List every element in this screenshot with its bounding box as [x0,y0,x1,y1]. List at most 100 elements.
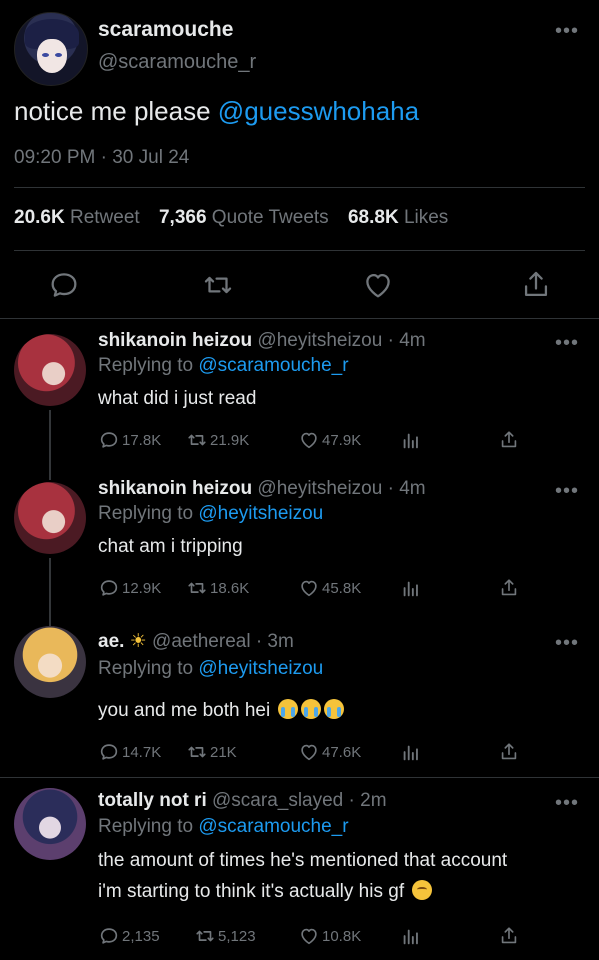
reply-action-bar: 2,135 5,123 10.8K [98,924,528,950]
retweet-icon [188,434,206,446]
reply-text-content: you and me both hei [98,700,271,721]
reply-author-name[interactable]: totally not ri [98,790,207,811]
like-button[interactable]: 47.9K [298,428,361,452]
reply-icon [100,744,118,760]
reply-button[interactable] [47,268,81,302]
share-button[interactable] [498,428,520,452]
reply-count: 2,135 [122,927,160,945]
tweet-text-plain: notice me please [14,96,218,126]
reply-text: the amount of times he's mentioned that … [98,845,588,907]
like-button[interactable]: 47.6K [298,740,361,764]
share-button[interactable] [498,924,520,948]
retweet-count: 20.6K [14,207,65,228]
tweet-timestamp[interactable]: 09:20 PM · 30 Jul 24 [14,147,189,169]
like-count: 47.9K [322,431,362,449]
avatar[interactable] [14,12,88,86]
reply-author-name[interactable]: ae. [98,631,124,652]
share-button[interactable] [498,740,520,764]
avatar[interactable] [14,626,86,698]
more-options-button[interactable]: ••• [555,633,579,653]
retweet-button[interactable]: 21K [186,740,237,764]
tweet-text: notice me please @guesswhohaha [14,96,419,127]
replying-mention[interactable]: @heyitsheizou [198,658,323,679]
analytics-button[interactable] [400,924,422,948]
reply-button[interactable]: 14.7K [98,740,161,764]
share-button[interactable] [498,576,520,600]
crying-emoji-icon [324,699,345,719]
like-stat[interactable]: 68.8K Likes [348,207,448,228]
heart-icon [366,273,390,298]
like-button[interactable]: 45.8K [298,576,361,600]
analytics-icon [403,433,418,449]
replying-to: Replying to @heyitsheizou [98,658,323,680]
retweet-button[interactable]: 21.9K [186,428,249,452]
replying-mention[interactable]: @scaramouche_r [198,816,348,837]
avatar[interactable] [14,788,86,860]
reply-tweet[interactable]: shikanoin heizou @heyitsheizou · 4m ••• … [0,468,599,616]
thread-line [49,616,51,626]
reply-text-line-2: i'm starting to think it's actually his … [98,876,588,907]
like-count: 68.8K [347,207,399,228]
author-handle[interactable]: @scaramouche_r [98,51,256,74]
more-options-button[interactable]: ••• [555,481,579,501]
reply-button[interactable]: 2,135 [98,924,160,948]
mention-link[interactable]: @guesswhohaha [218,96,419,126]
reply-icon [100,432,118,448]
retweet-count: 21.9K [210,431,250,449]
reply-tweet[interactable]: ae. ☀ @aethereal · 3m ••• Replying to @h… [0,616,599,776]
reply-action-bar: 12.9K 18.6K 45.8K [98,576,528,602]
retweet-label: Retweet [69,207,140,228]
relieved-emoji-icon [412,880,433,900]
reply-button[interactable]: 12.9K [98,576,161,600]
more-options-button[interactable]: ••• [555,333,579,353]
more-options-button[interactable]: ••• [555,21,579,41]
reply-handle-time[interactable]: @aethereal · 3m [152,631,294,652]
reply-count: 14.7K [122,743,162,761]
reply-count: 12.9K [122,579,162,597]
divider [14,187,585,188]
avatar[interactable] [14,482,86,554]
crying-emoji-icon [278,699,299,719]
reply-handle-time[interactable]: @heyitsheizou · 4m [257,478,425,499]
heart-icon [301,432,317,449]
analytics-button[interactable] [400,428,422,452]
quote-count: 7,366 [158,207,207,228]
quote-stat[interactable]: 7,366 Quote Tweets [159,207,329,228]
reply-button[interactable]: 17.8K [98,428,161,452]
reply-tweet[interactable]: shikanoin heizou @heyitsheizou · 4m ••• … [0,320,599,468]
reply-handle-time[interactable]: @heyitsheizou · 4m [257,330,425,351]
reply-action-bar: 14.7K 21K 47.6K [98,740,528,766]
tweet-stats: 20.6K Retweet 7,366 Quote Tweets 68.8K L… [14,207,462,229]
reply-text: you and me both hei [98,695,588,726]
reply-header: shikanoin heizou @heyitsheizou · 4m [98,478,426,500]
reply-author-name[interactable]: shikanoin heizou [98,478,252,499]
analytics-button[interactable] [400,740,422,764]
replying-mention[interactable]: @scaramouche_r [198,355,348,376]
retweet-button[interactable] [201,268,235,302]
thread-line [49,410,51,468]
reply-handle-time[interactable]: @scara_slayed · 2m [212,790,387,811]
reply-text: chat am i tripping [98,536,243,557]
avatar-eye [42,53,49,57]
replying-mention[interactable]: @heyitsheizou [198,503,323,524]
retweet-button[interactable]: 5,123 [194,924,256,948]
analytics-button[interactable] [400,576,422,600]
author-name[interactable]: scaramouche [98,18,233,42]
heart-icon [301,580,317,597]
share-icon [501,743,517,760]
reply-author-name[interactable]: shikanoin heizou [98,330,252,351]
divider [14,250,585,251]
retweet-button[interactable]: 18.6K [186,576,249,600]
thread-line [49,468,51,480]
replying-to: Replying to @scaramouche_r [98,355,349,377]
quote-label: Quote Tweets [211,207,329,228]
like-button[interactable]: 10.8K [298,924,361,948]
avatar[interactable] [14,334,86,406]
like-button[interactable] [361,268,395,302]
more-options-button[interactable]: ••• [555,793,579,813]
retweet-stat[interactable]: 20.6K Retweet [14,207,140,228]
replying-prefix: Replying to [98,503,199,524]
share-button[interactable] [519,268,553,302]
reply-tweet[interactable]: totally not ri @scara_slayed · 2m ••• Re… [0,778,599,960]
retweet-icon [196,930,214,942]
